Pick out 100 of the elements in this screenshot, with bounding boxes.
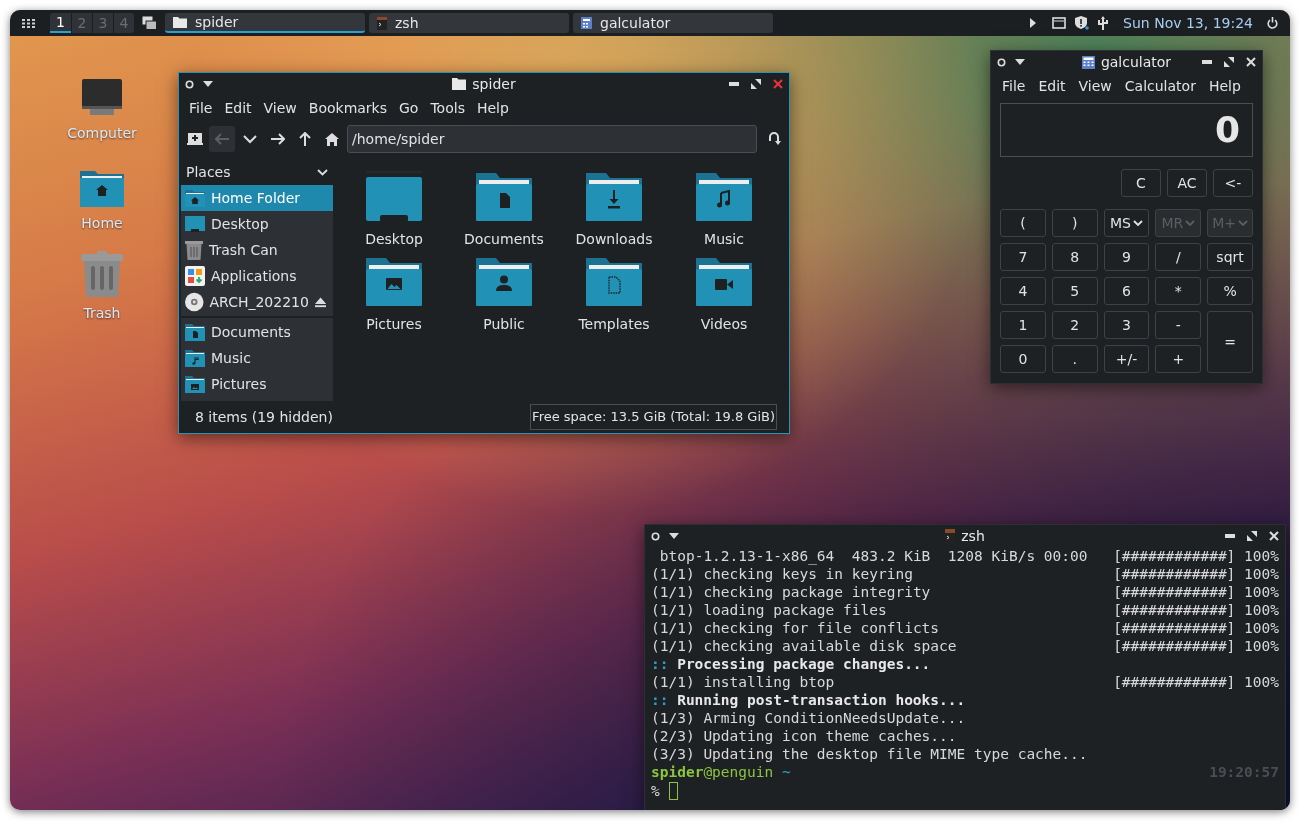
dropdown-caret-icon[interactable] xyxy=(669,533,679,539)
key-button[interactable]: / xyxy=(1155,243,1202,271)
sidebar-item[interactable]: Pictures xyxy=(181,371,333,397)
reload-icon[interactable] xyxy=(767,131,781,147)
key-button[interactable]: 5 xyxy=(1051,277,1098,305)
home-folder-icon xyxy=(185,189,205,207)
key-button[interactable]: C xyxy=(1121,169,1161,197)
key-button[interactable]: . xyxy=(1051,345,1098,373)
sidebar-header: Places xyxy=(186,162,231,182)
videos-folder-icon[interactable] xyxy=(695,256,753,308)
key-button[interactable]: ) xyxy=(1051,209,1098,237)
menu-item[interactable]: Bookmarks xyxy=(303,97,392,119)
path-field[interactable]: /home/spider xyxy=(347,125,757,153)
key-button[interactable]: - xyxy=(1155,311,1202,339)
window-menu-icon[interactable] xyxy=(185,79,194,89)
collapse-chevron-icon[interactable] xyxy=(317,168,328,176)
key-button[interactable]: 1 xyxy=(1000,311,1046,339)
key-button[interactable]: 4 xyxy=(1000,277,1046,305)
maximize-icon[interactable] xyxy=(1247,531,1257,541)
key-button[interactable]: 6 xyxy=(1103,277,1150,305)
pictures-folder-icon[interactable] xyxy=(365,256,423,308)
clock-text[interactable]: Sun Nov 13, 19:24 xyxy=(1123,12,1253,34)
sidebar-item[interactable]: Desktop xyxy=(181,211,333,237)
eject-icon[interactable] xyxy=(314,296,326,308)
music-folder-icon[interactable] xyxy=(695,171,753,223)
home-folder-icon[interactable] xyxy=(80,169,124,207)
home-icon[interactable] xyxy=(325,132,339,146)
sidebar-item[interactable]: Documents xyxy=(181,319,333,345)
key-button[interactable]: +/- xyxy=(1103,345,1150,373)
new-tab-icon[interactable] xyxy=(187,132,203,146)
menu-item[interactable]: View xyxy=(1073,75,1117,97)
network-icon[interactable] xyxy=(1052,17,1067,29)
desktop-folder-icon[interactable] xyxy=(365,171,423,223)
menu-item[interactable]: Edit xyxy=(1033,75,1071,97)
key-button[interactable]: * xyxy=(1155,277,1202,305)
menu-item[interactable]: Help xyxy=(471,97,514,119)
menu-item[interactable]: Go xyxy=(394,97,424,119)
file-label[interactable]: Templates xyxy=(578,314,650,335)
menu-item[interactable]: Edit xyxy=(219,97,257,119)
maximize-icon[interactable] xyxy=(1224,57,1234,67)
window-menu-icon[interactable] xyxy=(997,57,1006,67)
file-label[interactable]: Desktop xyxy=(365,229,423,250)
sidebar-item[interactable]: Home Folder xyxy=(181,185,333,211)
public-folder-icon[interactable] xyxy=(475,256,533,308)
file-label[interactable]: Pictures xyxy=(366,314,422,335)
show-desktop-icon[interactable] xyxy=(142,16,157,30)
menu-item[interactable]: File xyxy=(184,97,218,119)
app-menu-icon[interactable] xyxy=(22,18,35,28)
documents-folder-icon[interactable] xyxy=(475,171,533,223)
history-chevron-icon[interactable] xyxy=(243,134,257,144)
task-button[interactable]: galculator xyxy=(573,13,773,33)
expand-arrow-icon[interactable] xyxy=(1030,18,1037,28)
task-button[interactable]: spider xyxy=(165,13,365,33)
forward-arrow-icon[interactable] xyxy=(271,133,285,145)
dropdown-caret-icon[interactable] xyxy=(203,81,213,87)
key-button[interactable]: = xyxy=(1207,311,1253,373)
key-button[interactable]: + xyxy=(1155,345,1202,373)
file-label[interactable]: Videos xyxy=(700,314,748,335)
downloads-folder-icon[interactable] xyxy=(585,171,643,223)
menu-item[interactable]: Help xyxy=(1203,75,1246,97)
key-button[interactable]: % xyxy=(1207,277,1253,305)
file-label[interactable]: Downloads xyxy=(575,229,653,250)
progress-text: [############] 100% xyxy=(1113,547,1279,565)
sidebar-item[interactable]: Applications xyxy=(181,263,333,289)
sidebar-item[interactable]: ARCH_202210 xyxy=(181,289,333,315)
key-button[interactable]: 9 xyxy=(1103,243,1150,271)
up-arrow-icon[interactable] xyxy=(299,132,311,146)
window-title: spider xyxy=(472,74,516,94)
terminal-line: (2/3) Updating icon theme caches... xyxy=(651,727,957,745)
key-button[interactable]: <- xyxy=(1213,169,1253,197)
shield-icon[interactable] xyxy=(1075,16,1090,30)
maximize-icon[interactable] xyxy=(751,79,761,89)
sidebar-item[interactable]: Trash Can xyxy=(181,237,333,263)
key-button[interactable]: 0 xyxy=(1000,345,1046,373)
computer-icon[interactable] xyxy=(80,79,124,117)
templates-folder-icon[interactable] xyxy=(585,256,643,308)
dropdown-caret-icon[interactable] xyxy=(1015,59,1025,65)
key-button[interactable]: 3 xyxy=(1103,311,1150,339)
usb-icon[interactable] xyxy=(1097,16,1110,30)
power-icon[interactable] xyxy=(1267,17,1278,29)
menu-item[interactable]: Tools xyxy=(425,97,470,119)
key-button[interactable]: 2 xyxy=(1051,311,1098,339)
key-button[interactable]: sqrt xyxy=(1207,243,1253,271)
window-menu-icon[interactable] xyxy=(651,531,660,541)
menu-item[interactable]: File xyxy=(997,75,1031,97)
file-label[interactable]: Documents xyxy=(464,229,544,250)
menu-item[interactable]: View xyxy=(258,97,302,119)
file-label[interactable]: Public xyxy=(483,314,525,335)
terminal-line: (1/1) checking keys in keyring xyxy=(651,565,913,583)
menu-item[interactable]: Calculator xyxy=(1119,75,1201,97)
terminal-line: btop-1.2.13-1-x86_64 483.2 KiB 1208 KiB/s 00:00 xyxy=(658,547,1088,565)
key-button[interactable]: AC xyxy=(1167,169,1207,197)
task-button[interactable]: zsh xyxy=(369,13,569,33)
key-button[interactable]: 7 xyxy=(1000,243,1046,271)
sidebar-item[interactable]: Music xyxy=(181,345,333,371)
key-button[interactable]: MS xyxy=(1103,209,1150,237)
key-button[interactable]: ( xyxy=(1000,209,1046,237)
key-button[interactable]: 8 xyxy=(1051,243,1098,271)
workspace-button[interactable]: 1 xyxy=(50,13,71,33)
file-label[interactable]: Music xyxy=(704,229,744,250)
